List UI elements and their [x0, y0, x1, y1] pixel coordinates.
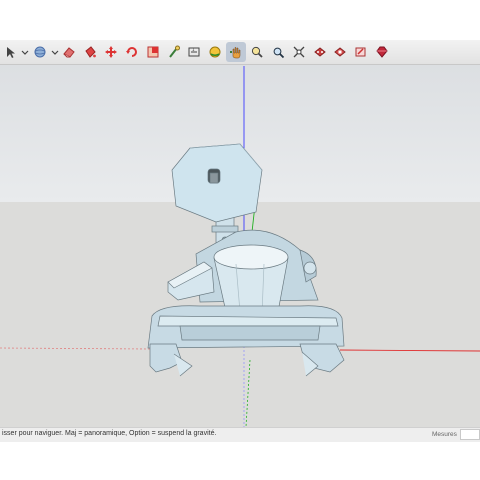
pan-hand-icon [230, 47, 241, 59]
red-axis-negative [0, 347, 151, 350]
orbit-sphere-icon [34, 46, 46, 58]
dropdown-chevron-icon [21, 50, 29, 55]
select-dropdown[interactable] [21, 42, 29, 62]
3d-model-scene [0, 66, 480, 427]
status-hint-text: isser pour naviguer. Maj = panoramique, … [2, 430, 217, 437]
orbit-tool[interactable] [205, 42, 225, 62]
dimension-tool[interactable]: 1 [184, 42, 204, 62]
rotate-icon [125, 47, 137, 57]
eraser-tool[interactable] [59, 42, 79, 62]
extension-warehouse-tool[interactable] [330, 42, 350, 62]
measurements-label: Mesures [432, 431, 457, 438]
dimension-icon: 1 [188, 47, 200, 57]
zoom-window-icon [273, 47, 284, 59]
orbit-icon [209, 46, 221, 58]
orbit-sphere-tool[interactable] [30, 42, 50, 62]
bottom-margin [0, 442, 480, 480]
layout-tool[interactable] [351, 42, 371, 62]
tape-measure-tool[interactable] [164, 42, 184, 62]
move-tool[interactable] [101, 42, 121, 62]
red-axis [339, 349, 480, 352]
scale-tool[interactable] [143, 42, 163, 62]
dropdown-chevron-icon [51, 50, 58, 55]
paint-bucket-icon [85, 46, 97, 58]
green-axis-negative [245, 359, 251, 427]
top-margin [0, 0, 480, 40]
orbit-dropdown[interactable] [51, 42, 59, 62]
paint-bucket-tool[interactable] [80, 42, 100, 62]
select-arrow-icon [7, 47, 15, 58]
zoom-window-tool[interactable] [268, 42, 288, 62]
toolbar: 1 [0, 40, 480, 65]
status-bar: isser pour naviguer. Maj = panoramique, … [0, 427, 480, 442]
warehouse-tool[interactable] [310, 42, 330, 62]
3d-viewport[interactable] [0, 65, 480, 427]
zoom-extents-tool[interactable] [289, 42, 309, 62]
rotate-tool[interactable] [122, 42, 142, 62]
zoom-tool[interactable] [247, 42, 267, 62]
select-tool[interactable] [0, 42, 20, 62]
layout-icon [355, 47, 366, 57]
robot-model [147, 143, 345, 377]
scale-icon [147, 46, 159, 58]
pan-tool[interactable] [226, 42, 247, 62]
ruby-icon [376, 46, 388, 58]
move-icon [105, 46, 118, 58]
zoom-extents-icon [293, 46, 305, 58]
eraser-icon [63, 47, 76, 58]
zoom-icon [251, 46, 263, 58]
warehouse-icon [313, 47, 326, 57]
extension-warehouse-icon [334, 47, 347, 57]
measurements-input[interactable] [460, 429, 480, 440]
tape-measure-icon [168, 45, 180, 58]
ruby-tool[interactable] [372, 42, 392, 62]
